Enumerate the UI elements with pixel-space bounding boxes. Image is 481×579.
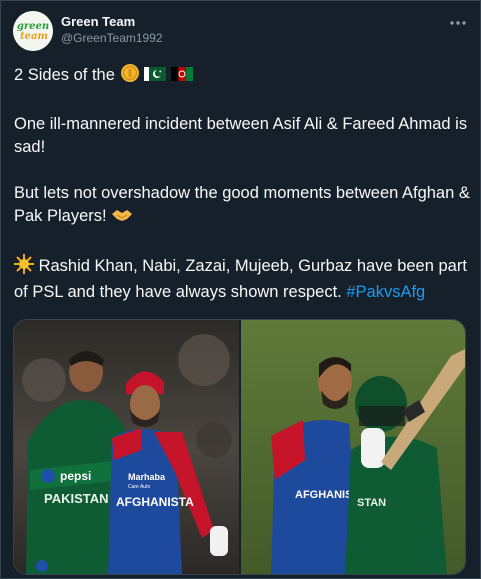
more-options-icon[interactable] <box>448 13 468 33</box>
tweet-paragraph-4: Rashid Khan, Nabi, Zazai, Mujeeb, Gurbaz… <box>14 254 470 304</box>
left-sponsor-text: Marhaba <box>128 472 166 482</box>
left-sponsor-sub: Care Auto <box>128 484 150 490</box>
author-names: Green Team @GreenTeam1992 <box>61 13 163 47</box>
hashtag-link[interactable]: #PakvsAfg <box>346 283 425 301</box>
sun-icon <box>14 254 34 281</box>
handle[interactable]: @GreenTeam1992 <box>61 30 163 47</box>
photo-left[interactable]: PAKISTAN pepsi Marhaba Care Auto AFGHANI… <box>14 320 239 574</box>
tweet-paragraph-3: But lets not overshadow the good moments… <box>14 182 470 231</box>
tweet-line-1: 2 Sides of the <box>14 63 470 90</box>
afghanistan-flag-icon <box>170 65 193 90</box>
tweet-paragraph-2: One ill-mannered incident between Asif A… <box>14 115 468 156</box>
tweet-text: 2 Sides of the One ill-mannered incident… <box>14 63 470 304</box>
tweet-card[interactable]: green team Green Team @GreenTeam1992 2 S… <box>0 0 481 579</box>
right-photo-shirt-left: AFGHANIS <box>295 489 352 501</box>
right-shirt-text: AFGHANISTA <box>116 495 194 509</box>
avatar-text-2: team <box>20 31 48 42</box>
photo-right[interactable]: AFGHANIS STAN <box>241 320 465 574</box>
tweet-header: green team Green Team @GreenTeam1992 <box>13 11 470 51</box>
pakistan-flag-icon <box>144 65 167 90</box>
tweet-media[interactable]: PAKISTAN pepsi Marhaba Care Auto AFGHANI… <box>13 319 466 575</box>
para3-text: But lets not overshadow the good moments… <box>14 184 470 225</box>
svg-text:pepsi: pepsi <box>60 469 91 483</box>
handshake-icon <box>111 206 133 231</box>
avatar[interactable]: green team <box>13 11 53 51</box>
coin-icon <box>120 63 140 90</box>
right-photo-shirt-right: STAN <box>357 497 386 509</box>
line1-text: 2 Sides of the <box>14 66 115 84</box>
display-name[interactable]: Green Team <box>61 13 163 30</box>
left-shirt-text: PAKISTAN <box>44 491 109 506</box>
